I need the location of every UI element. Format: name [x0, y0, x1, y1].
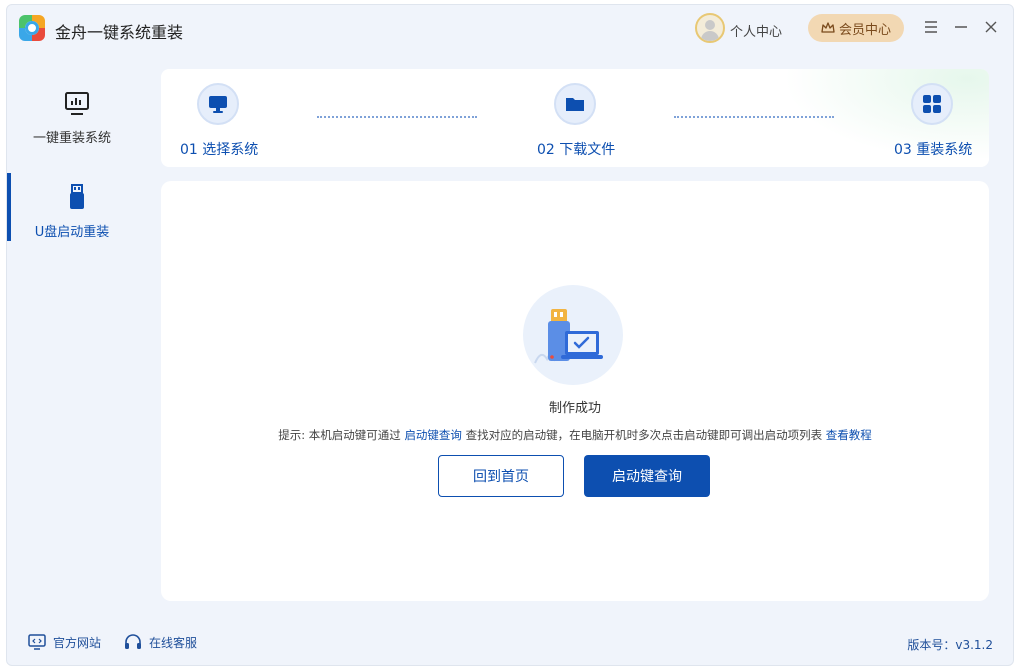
sidebar-item-usb-reinstall[interactable]: U盘启动重装: [7, 183, 147, 253]
step-3-icon: [911, 83, 953, 125]
status-message: 制作成功: [548, 401, 601, 416]
step-2-label: 02 下载文件: [537, 142, 616, 158]
hint-text: 提示: 本机启动键可通过 启动键查询 查找对应的启动键，在电脑开机时多次点击启动…: [161, 427, 989, 443]
official-website-label: 官方网站: [53, 635, 102, 650]
vip-center-button[interactable]: 会员中心: [808, 14, 904, 42]
main-panel: 制作成功 提示: 本机启动键可通过 启动键查询 查找对应的启动键，在电脑开机时多…: [161, 181, 989, 601]
usb-success-illustration: [521, 283, 625, 387]
app-logo-icon: [19, 15, 45, 41]
app-title: 金舟一键系统重装: [55, 23, 184, 42]
step-connector: [317, 116, 477, 118]
hamburger-icon: [925, 21, 937, 33]
website-icon: [28, 634, 46, 650]
app-window: 金舟一键系统重装 个人中心 会员中心 一键重装系统 U盘启动重装 01 选择系统…: [6, 4, 1014, 666]
close-button[interactable]: [981, 17, 1001, 37]
user-avatar[interactable]: [695, 13, 725, 43]
step-3-label: 03 重装系统: [894, 142, 973, 158]
sidebar-item-one-click-reinstall[interactable]: 一键重装系统: [7, 89, 147, 159]
title-bar: 金舟一键系统重装 个人中心 会员中心: [7, 5, 1013, 53]
hint-prefix: 提示: 本机启动键可通过: [278, 428, 401, 442]
step-1-label: 01 选择系统: [180, 142, 259, 158]
back-home-button[interactable]: 回到首页: [438, 455, 564, 497]
minimize-icon: [955, 26, 967, 28]
steps-bar: 01 选择系统 02 下载文件 03 重装系统: [161, 69, 989, 167]
minimize-button[interactable]: [951, 17, 971, 37]
folder-icon: [566, 98, 584, 111]
step-1-icon: [197, 83, 239, 125]
sidebar: 一键重装系统 U盘启动重装: [7, 53, 147, 613]
monitor-chart-icon: [62, 89, 92, 119]
user-center-link[interactable]: 个人中心: [730, 21, 782, 40]
version-label: 版本号：v3.1.2: [907, 638, 993, 652]
step-2-icon: [554, 83, 596, 125]
sidebar-item-label: 一键重装系统: [32, 131, 111, 146]
close-icon: [985, 21, 997, 33]
vip-center-label: 会员中心: [838, 22, 891, 38]
crown-icon: [821, 21, 835, 35]
menu-button[interactable]: [921, 17, 941, 37]
hint-middle: 查找对应的启动键，在电脑开机时多次点击启动键即可调出启动项列表: [465, 428, 823, 442]
sidebar-item-label: U盘启动重装: [34, 225, 110, 240]
grid-icon: [923, 95, 941, 113]
boot-key-query-link[interactable]: 启动键查询: [404, 428, 462, 442]
online-service-link[interactable]: 在线客服: [123, 633, 197, 651]
view-tutorial-link[interactable]: 查看教程: [826, 428, 872, 442]
sidebar-active-indicator: [7, 173, 11, 241]
online-service-label: 在线客服: [149, 635, 198, 650]
usb-drive-icon: [62, 183, 92, 213]
official-website-link[interactable]: 官方网站: [27, 633, 101, 651]
monitor-icon: [209, 96, 227, 113]
step-connector: [674, 116, 834, 118]
headset-icon: [125, 634, 141, 649]
boot-key-query-button[interactable]: 启动键查询: [584, 455, 710, 497]
